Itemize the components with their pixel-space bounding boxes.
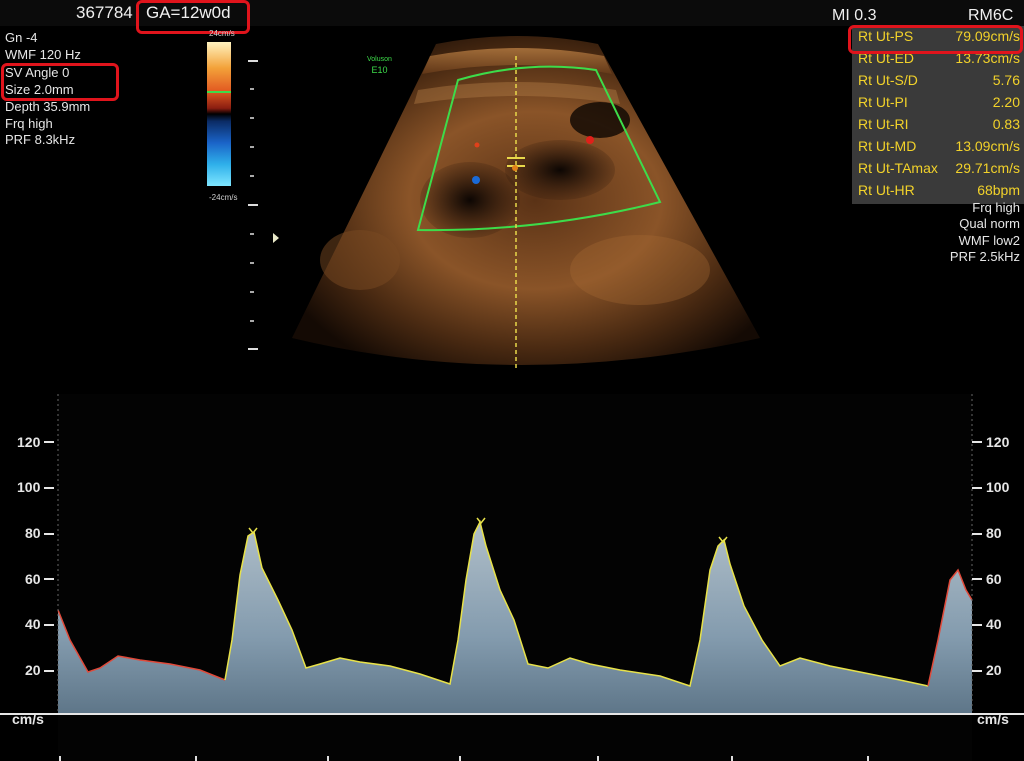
y-tick-right <box>972 533 982 535</box>
y-tick-right <box>972 624 982 626</box>
y-tick-left <box>44 441 54 443</box>
y-tick-label-left: 100 <box>17 479 41 495</box>
y-tick-label-left: 60 <box>25 571 41 587</box>
y-tick-label-right: 40 <box>986 616 1002 632</box>
spectral-doppler <box>0 394 1024 761</box>
y-tick-right <box>972 441 982 443</box>
y-tick-label-right: 120 <box>986 434 1010 450</box>
unit-label-right: cm/s <box>977 711 1009 727</box>
y-tick-left <box>44 533 54 535</box>
y-tick-label-right: 60 <box>986 571 1002 587</box>
y-tick-label-left: 20 <box>25 662 41 678</box>
y-tick-label-right: 100 <box>986 479 1010 495</box>
y-tick-label-right: 80 <box>986 525 1002 541</box>
y-tick-left <box>44 624 54 626</box>
y-tick-right <box>972 578 982 580</box>
y-tick-right <box>972 487 982 489</box>
y-tick-left <box>44 487 54 489</box>
y-tick-left <box>44 670 54 672</box>
y-tick-left <box>44 578 54 580</box>
y-tick-label-right: 20 <box>986 662 1002 678</box>
unit-label-left: cm/s <box>12 711 44 727</box>
y-tick-right <box>972 670 982 672</box>
y-tick-label-left: 120 <box>17 434 41 450</box>
y-tick-label-left: 40 <box>25 616 41 632</box>
y-tick-label-left: 80 <box>25 525 41 541</box>
